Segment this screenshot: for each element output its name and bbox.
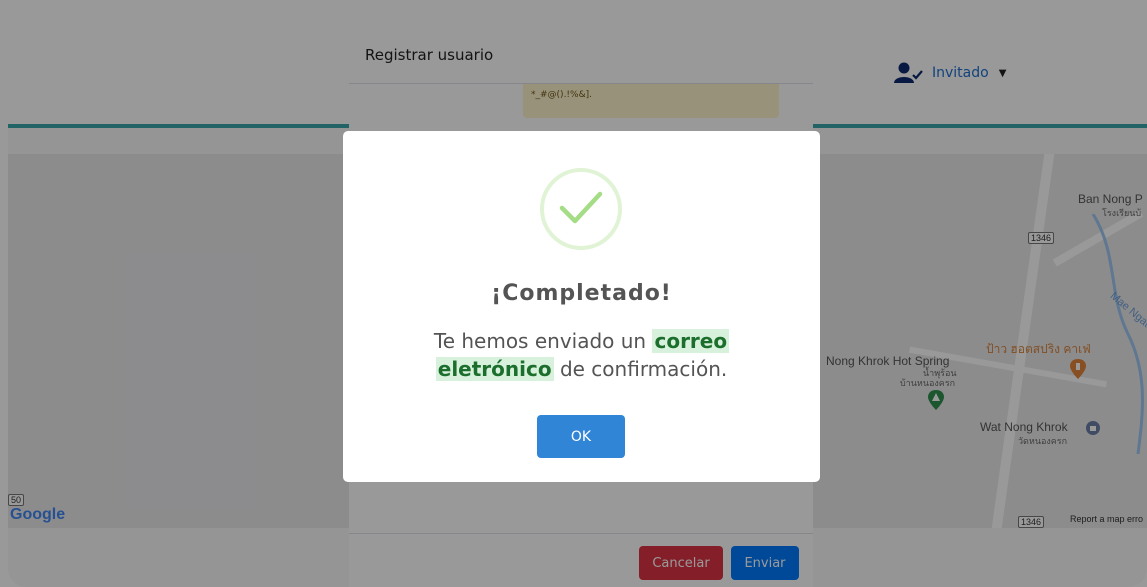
ok-button[interactable]: OK bbox=[537, 415, 625, 458]
popup-message-highlight: eletrónico bbox=[435, 357, 554, 381]
popup-message: Te hemos enviado un correo eletrónico de … bbox=[383, 327, 780, 383]
popup-message-highlight: correo bbox=[652, 329, 730, 353]
success-popup: ¡Completado! Te hemos enviado un correo e… bbox=[343, 131, 820, 482]
success-check-icon bbox=[540, 168, 622, 250]
popup-title: ¡Completado! bbox=[491, 281, 672, 306]
popup-message-part: Te hemos enviado un bbox=[433, 329, 653, 353]
popup-message-part: de confirmación. bbox=[553, 357, 728, 381]
